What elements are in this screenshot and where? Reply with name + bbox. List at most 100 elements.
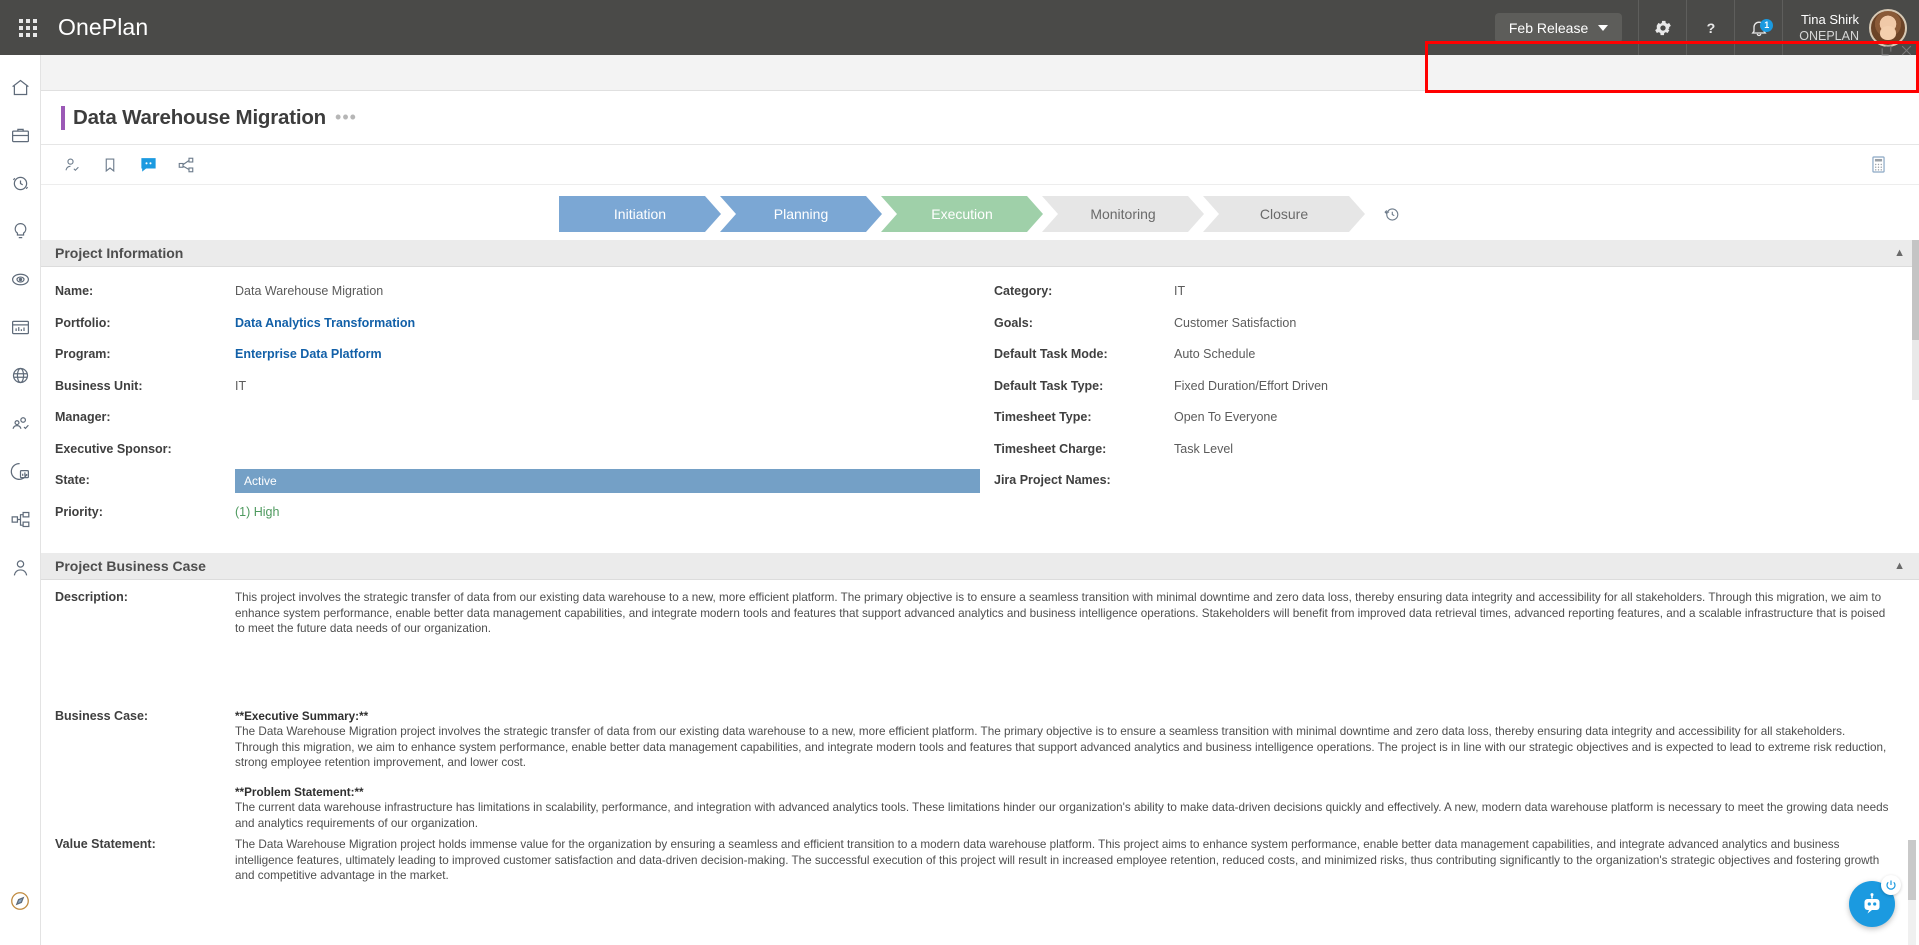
field-business-unit: Business Unit: IT [55,376,980,408]
question-icon[interactable]: ? [1686,0,1734,55]
field-portfolio-value[interactable]: Data Analytics Transformation [235,313,980,330]
project-info-right-column: Category: IT Goals: Customer Satisfactio… [980,281,1919,533]
topbar-right-group: Feb Release ? 1 Tina Shirk ONEPLAN [1494,0,1919,55]
user-org: ONEPLAN [1799,28,1859,43]
section-title-project-business-case: Project Business Case [55,558,206,574]
refresh-stage-icon[interactable] [1382,205,1401,224]
resources-icon[interactable] [0,399,41,447]
field-value-statement-value[interactable]: The Data Warehouse Migration project hol… [235,837,1919,884]
stage-closure[interactable]: Closure [1203,196,1365,232]
stage-monitoring[interactable]: Monitoring [1042,196,1204,232]
field-default-task-mode-value[interactable]: Auto Schedule [1174,344,1919,361]
target-icon[interactable] [0,255,41,303]
field-name-label: Name: [55,284,94,298]
field-timesheet-type-value[interactable]: Open To Everyone [1174,407,1919,424]
field-timesheet-type-label: Timesheet Type: [994,410,1092,424]
field-program: Program: Enterprise Data Platform [55,344,980,376]
section-title-project-information: Project Information [55,245,184,261]
business-case-scrollbar[interactable] [1908,840,1916,945]
chevron-down-icon [1598,24,1609,31]
app-launcher-icon[interactable] [0,0,56,55]
business-case-exec-heading: **Executive Summary:** [235,709,369,723]
field-goals: Goals: Customer Satisfaction [994,313,1919,345]
release-selector[interactable]: Feb Release [1494,12,1623,43]
stage-execution-label: Execution [931,206,993,222]
page-scrollbar[interactable] [1912,240,1919,400]
close-icon[interactable] [1900,44,1913,62]
bell-icon[interactable]: 1 [1734,0,1782,55]
section-header-project-business-case[interactable]: Project Business Case ▲ [41,553,1919,580]
field-default-task-type-value[interactable]: Fixed Duration/Effort Driven [1174,376,1919,393]
globe-icon[interactable] [0,351,41,399]
page-title: Data Warehouse Migration [73,105,327,129]
stage-planning-label: Planning [773,206,829,222]
calculator-icon[interactable] [1861,148,1895,182]
briefcase-icon[interactable] [0,111,41,159]
field-manager-value[interactable] [235,407,980,410]
title-overflow-menu[interactable]: ••• [335,107,357,128]
field-name-value[interactable]: Data Warehouse Migration [235,281,980,298]
field-manager-label: Manager: [55,410,111,424]
power-icon[interactable] [1881,875,1901,895]
home-icon[interactable] [0,63,41,111]
lightbulb-icon[interactable] [0,207,41,255]
clock-icon[interactable] [0,159,41,207]
field-timesheet-charge-label: Timesheet Charge: [994,441,1107,456]
field-executive-sponsor-value[interactable] [235,439,980,442]
details-content-panel: Project Information ▲ Name: Data Warehou… [41,240,1919,945]
field-business-case-value[interactable]: **Executive Summary:** The Data Warehous… [235,709,1919,832]
person-icon[interactable] [0,543,41,591]
analytics-icon[interactable] [0,447,41,495]
gear-icon[interactable] [1638,0,1686,55]
compass-icon[interactable] [0,877,41,925]
panel-window-controls [1880,44,1913,62]
popout-icon[interactable] [1880,44,1893,62]
stage-execution[interactable]: Execution [881,196,1043,232]
chevron-up-icon[interactable]: ▲ [1894,247,1905,259]
chevron-up-icon[interactable]: ▲ [1894,560,1905,572]
brand-title: OnePlan [58,14,149,40]
field-goals-value[interactable]: Customer Satisfaction [1174,313,1919,330]
dashboard-icon[interactable] [0,303,41,351]
field-value-statement: Value Statement: The Data Warehouse Migr… [41,831,1919,884]
field-program-label: Program: [55,347,111,361]
field-jira-project-names-value[interactable] [1174,470,1919,473]
field-category-value[interactable]: IT [1174,281,1919,298]
hierarchy-icon[interactable] [0,495,41,543]
stage-closure-label: Closure [1259,206,1309,222]
project-header-strip [41,55,1919,91]
field-jira-project-names-label: Jira Project Names: [994,473,1111,487]
field-name: Name: Data Warehouse Migration [55,281,980,313]
field-description-value[interactable]: This project involves the strategic tran… [235,590,1919,637]
comment-icon[interactable] [131,148,165,182]
field-timesheet-type: Timesheet Type: Open To Everyone [994,407,1919,439]
field-business-unit-value[interactable]: IT [235,376,980,393]
svg-text:?: ? [1706,21,1715,37]
field-portfolio-label: Portfolio: [55,315,111,330]
avatar[interactable] [1869,8,1907,47]
field-description: Description: This project involves the s… [41,580,1919,637]
project-information-fields: Name: Data Warehouse Migration Portfolio… [41,267,1919,541]
stage-initiation[interactable]: Initiation [559,196,721,232]
field-program-value[interactable]: Enterprise Data Platform [235,344,980,361]
field-priority-value[interactable]: (1) High [235,502,980,519]
field-business-case-label: Business Case: [55,708,149,723]
field-priority-label: Priority: [55,504,103,519]
stage-initiation-label: Initiation [613,206,667,222]
share-icon[interactable] [169,148,203,182]
field-timesheet-charge: Timesheet Charge: Task Level [994,439,1919,471]
bookmark-icon[interactable] [93,148,127,182]
assign-user-icon[interactable] [55,148,89,182]
field-default-task-type: Default Task Type: Fixed Duration/Effort… [994,376,1919,408]
stage-planning[interactable]: Planning [720,196,882,232]
field-manager: Manager: [55,407,980,439]
oneplan-app: OnePlan Feb Release ? 1 Tina Shirk ONEPL… [0,0,1919,945]
field-timesheet-charge-value[interactable]: Task Level [1174,439,1919,456]
field-executive-sponsor: Executive Sponsor: [55,439,980,471]
title-accent-bar [61,105,65,130]
stage-monitoring-label: Monitoring [1090,206,1156,222]
section-header-project-information[interactable]: Project Information ▲ [41,240,1919,267]
field-business-case: Business Case: **Executive Summary:** Th… [41,637,1919,832]
status-badge[interactable]: Active [235,469,980,493]
business-case-scrollbar-thumb[interactable] [1908,840,1916,900]
